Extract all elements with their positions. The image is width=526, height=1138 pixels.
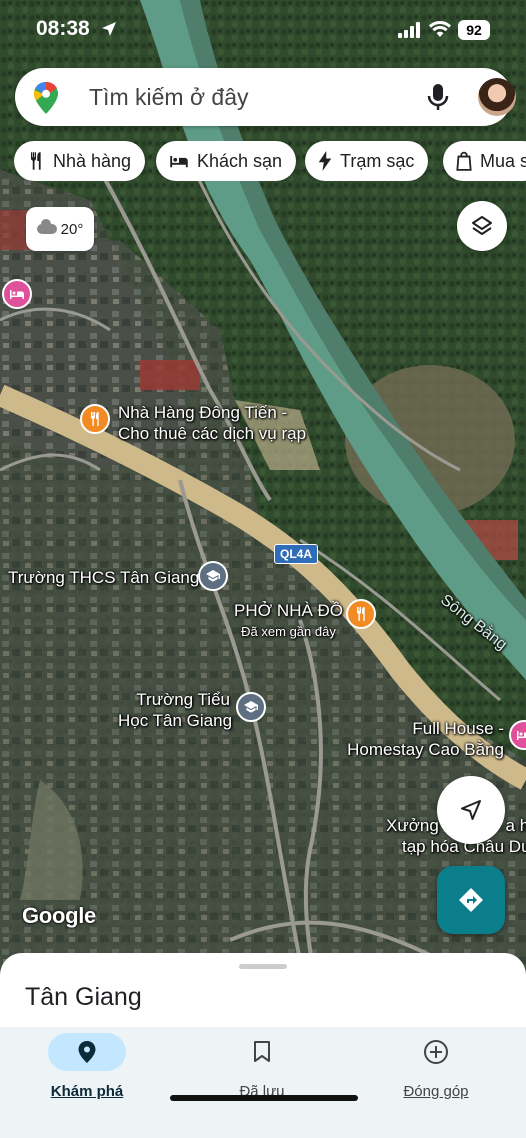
graduation-cap-icon <box>244 701 258 713</box>
chip-label: Trạm sạc <box>340 150 415 171</box>
place-label-line: Trường Tiểu <box>136 690 230 709</box>
cloud-icon <box>36 219 57 234</box>
cellular-signal-icon <box>398 22 420 38</box>
my-location-button[interactable] <box>437 776 505 844</box>
nav-label: Đóng góp <box>403 1083 469 1100</box>
layers-icon <box>472 216 492 235</box>
nav-explore[interactable]: Khám phá <box>12 1033 162 1103</box>
hotel-poi-left[interactable] <box>2 279 32 309</box>
place-label-line: Homestay Cao Bằng <box>347 740 504 759</box>
place-label-pho[interactable]: PHỞ NHÀ ĐỒ Đã xem gần đây <box>234 600 343 642</box>
place-label-line: PHỞ NHÀ ĐỒ <box>234 601 344 620</box>
bolt-icon <box>318 151 332 171</box>
fork-knife-icon <box>357 607 365 621</box>
restaurant-poi-pho[interactable] <box>346 599 376 629</box>
place-label-line: Xưởng <box>386 816 439 835</box>
explore-pin-icon <box>78 1041 96 1063</box>
search-input[interactable]: Tìm kiếm ở đây <box>89 84 249 111</box>
google-maps-pin-icon <box>34 82 58 114</box>
chip-label: Nhà hàng <box>53 150 132 171</box>
road-badge-ql4a: QL4A <box>274 544 319 564</box>
chip-hotels[interactable]: Khách sạn <box>156 141 297 181</box>
bed-icon <box>10 290 24 299</box>
chip-charging[interactable]: Trạm sạc <box>305 141 429 181</box>
place-label-line: Học Tân Giang <box>118 711 233 730</box>
bottom-navigation: Khám phá Đã lưu Đóng góp <box>0 1027 526 1138</box>
place-label-line: a h <box>505 816 526 835</box>
school-poi-tieu-hoc[interactable] <box>236 692 266 722</box>
bookmark-icon <box>254 1041 270 1062</box>
status-time: 08:38 <box>36 17 90 40</box>
nav-contribute[interactable]: Đóng góp <box>361 1033 511 1103</box>
directions-button[interactable] <box>437 866 505 934</box>
chip-restaurants[interactable]: Nhà hàng <box>14 141 146 181</box>
shopping-bag-icon <box>456 151 472 171</box>
place-label-tieu-hoc[interactable]: Trường Tiểu Học Tân Giang <box>118 689 233 731</box>
place-label-line: Cho thuê các dịch vụ rạp <box>118 424 307 443</box>
place-label-dong-tien[interactable]: Nhà Hàng Đông Tiến - Cho thuê các dịch v… <box>118 402 306 444</box>
wifi-icon <box>429 21 451 37</box>
chip-label: Mua s <box>480 150 526 171</box>
chip-shopping[interactable]: Mua s <box>443 141 526 181</box>
hotel-icon <box>170 156 188 168</box>
add-circle-icon <box>424 1040 448 1064</box>
sheet-title: Tân Giang <box>25 983 142 1011</box>
bottom-sheet[interactable]: Tân Giang <box>0 953 526 1033</box>
nav-icon-container <box>223 1033 301 1071</box>
school-poi-thcs[interactable] <box>198 561 228 591</box>
place-label-line: Full House - <box>412 719 504 738</box>
nav-saved[interactable]: Đã lưu <box>187 1033 337 1103</box>
bed-icon <box>517 731 526 740</box>
restaurant-icon <box>31 152 41 170</box>
fork-knife-icon <box>91 412 99 426</box>
nav-icon-container <box>397 1033 475 1071</box>
directions-icon <box>459 888 483 912</box>
weather-temp: 20° <box>60 220 84 238</box>
category-chips: Nhà hàng Khách sạn Trạm sạc Mua s <box>14 141 526 181</box>
place-label-line: Nhà Hàng Đông Tiến - <box>118 403 288 422</box>
nav-label: Khám phá <box>50 1083 124 1100</box>
graduation-cap-icon <box>206 570 220 582</box>
status-bar: 08:38 92 <box>0 0 526 60</box>
sheet-drag-handle[interactable] <box>239 964 287 969</box>
place-label-thcs[interactable]: Trường THCS Tân Giang <box>8 567 199 588</box>
account-avatar[interactable] <box>478 78 516 116</box>
place-label-full-house[interactable]: Full House - Homestay Cao Bằng <box>346 718 504 760</box>
weather-badge[interactable]: 20° <box>26 207 94 251</box>
home-indicator[interactable] <box>170 1095 358 1101</box>
google-attribution: Google <box>22 903 96 928</box>
microphone-icon[interactable] <box>427 83 449 111</box>
battery-indicator: 92 <box>458 20 490 40</box>
search-bar[interactable]: Tìm kiếm ở đây <box>15 68 516 126</box>
chip-label: Khách sạn <box>197 150 283 171</box>
layers-button[interactable] <box>457 201 507 251</box>
recently-viewed-note: Đã xem gần đây <box>241 624 336 639</box>
location-arrow-icon <box>102 22 116 36</box>
nav-icon-container <box>48 1033 126 1071</box>
restaurant-poi-dong-tien[interactable] <box>80 404 110 434</box>
navigation-arrow-icon <box>461 800 481 820</box>
